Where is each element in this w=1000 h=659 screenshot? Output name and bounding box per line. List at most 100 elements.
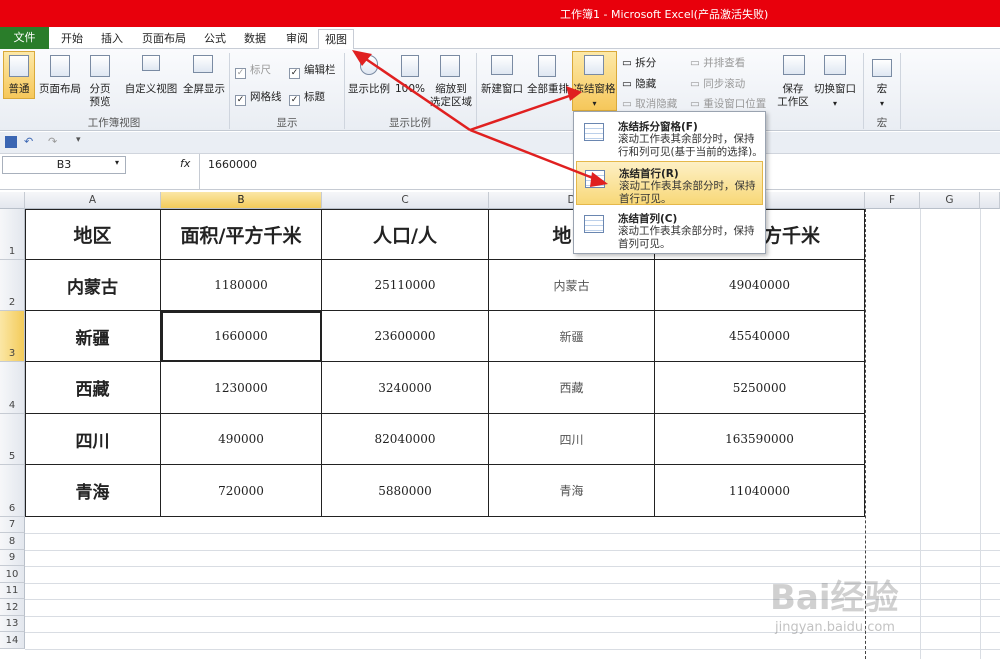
watermark-logo: Bai经验 bbox=[770, 578, 899, 618]
custom-views-button[interactable]: 自定义视图 bbox=[121, 83, 181, 96]
sync-scroll-button[interactable]: ▭ 同步滚动 bbox=[690, 76, 745, 91]
row-header-3[interactable]: 3 bbox=[0, 311, 25, 362]
cell-a5[interactable]: 四川 bbox=[25, 414, 161, 465]
headings-checkbox[interactable]: ✓ 标题 bbox=[289, 89, 325, 106]
switch-windows-button[interactable]: 切换窗口 bbox=[812, 83, 858, 96]
row-header-13[interactable]: 13 bbox=[0, 616, 25, 632]
cell-a6[interactable]: 青海 bbox=[25, 465, 161, 517]
freeze-panes-icon bbox=[584, 123, 604, 141]
cell-e5[interactable]: 163590000 bbox=[655, 414, 865, 465]
customize-qat-icon[interactable]: ▾ bbox=[76, 135, 81, 145]
hide-button[interactable]: ▭ 隐藏 bbox=[622, 76, 656, 91]
cell-e6[interactable]: 11040000 bbox=[655, 465, 865, 517]
tab-file[interactable]: 文件 bbox=[0, 27, 49, 49]
insert-function-icon[interactable]: fx bbox=[180, 157, 190, 170]
col-header-b[interactable]: B bbox=[161, 192, 322, 209]
cell-b3-selected[interactable]: 1660000 bbox=[161, 311, 322, 362]
tab-home[interactable]: 开始 bbox=[55, 29, 89, 49]
formula-bar-checkbox[interactable]: ✓ 编辑栏 bbox=[289, 62, 336, 79]
macros-button[interactable]: 宏 bbox=[866, 83, 898, 96]
cell-a3[interactable]: 新疆 bbox=[25, 311, 161, 362]
name-box-dropdown-icon[interactable]: ▾ bbox=[115, 158, 119, 167]
row-header-6[interactable]: 6 bbox=[0, 465, 25, 517]
page-break-preview-button[interactable]: 分页 预览 bbox=[84, 83, 116, 109]
row-header-11[interactable]: 11 bbox=[0, 583, 25, 599]
row-header-10[interactable]: 10 bbox=[0, 566, 25, 583]
arrange-all-button[interactable]: 全部重排 bbox=[525, 83, 571, 96]
cell-e2[interactable]: 49040000 bbox=[655, 260, 865, 311]
zoom-selection-button[interactable]: 缩放到 选定区域 bbox=[428, 83, 474, 109]
redo-icon[interactable]: ↷ bbox=[48, 135, 57, 148]
unhide-button[interactable]: ▭ 取消隐藏 bbox=[622, 96, 677, 111]
col-header-c[interactable]: C bbox=[322, 192, 489, 209]
undo-icon[interactable]: ↶ bbox=[24, 135, 33, 148]
tab-formulas[interactable]: 公式 bbox=[198, 29, 232, 49]
cell-c1[interactable]: 人口/人 bbox=[322, 209, 489, 260]
zoom-button[interactable]: 显示比例 bbox=[346, 83, 392, 96]
cell-d6[interactable]: 青海 bbox=[489, 465, 655, 517]
cell-c4[interactable]: 3240000 bbox=[322, 362, 489, 414]
split-button[interactable]: ▭ 拆分 bbox=[622, 55, 656, 70]
row-header-12[interactable]: 12 bbox=[0, 599, 25, 616]
cell-b1[interactable]: 面积/平方千米 bbox=[161, 209, 322, 260]
cell-b4[interactable]: 1230000 bbox=[161, 362, 322, 414]
tab-review[interactable]: 审阅 bbox=[280, 29, 314, 49]
cell-c2[interactable]: 25110000 bbox=[322, 260, 489, 311]
menu-item-desc: 滚动工作表其余部分时，保持首行可见。 bbox=[619, 180, 756, 205]
menu-freeze-top-row[interactable]: 冻结首行(R) 滚动工作表其余部分时，保持首行可见。 bbox=[576, 161, 763, 205]
new-window-button[interactable]: 新建窗口 bbox=[479, 83, 525, 96]
cell-c5[interactable]: 82040000 bbox=[322, 414, 489, 465]
cell-c3[interactable]: 23600000 bbox=[322, 311, 489, 362]
tab-insert[interactable]: 插入 bbox=[95, 29, 129, 49]
menu-freeze-first-column[interactable]: 冻结首列(C) 滚动工作表其余部分时，保持首列可见。 bbox=[576, 207, 763, 251]
cell-e4[interactable]: 5250000 bbox=[655, 362, 865, 414]
row-header-5[interactable]: 5 bbox=[0, 414, 25, 465]
cell-c6[interactable]: 5880000 bbox=[322, 465, 489, 517]
group-show: 显示 bbox=[276, 117, 298, 129]
cell-a4[interactable]: 西藏 bbox=[25, 362, 161, 414]
cell-b5[interactable]: 490000 bbox=[161, 414, 322, 465]
select-all-corner[interactable] bbox=[0, 192, 25, 209]
zoom-selection-icon bbox=[440, 55, 460, 77]
save-workspace-button[interactable]: 保存 工作区 bbox=[775, 83, 811, 109]
cell-d3[interactable]: 新疆 bbox=[489, 311, 655, 362]
row-header-1[interactable]: 1 bbox=[0, 209, 25, 260]
ruler-checkbox[interactable]: ✓ 标尺 bbox=[235, 62, 271, 79]
name-box[interactable]: B3 bbox=[2, 156, 126, 174]
row-header-7[interactable]: 7 bbox=[0, 517, 25, 533]
cell-a1[interactable]: 地区 bbox=[25, 209, 161, 260]
reset-position-button[interactable]: ▭ 重设窗口位置 bbox=[690, 96, 766, 111]
reset-position-label: 重设窗口位置 bbox=[703, 98, 767, 110]
cell-d4[interactable]: 西藏 bbox=[489, 362, 655, 414]
col-header-next[interactable] bbox=[980, 192, 1000, 209]
full-screen-button[interactable]: 全屏显示 bbox=[180, 83, 228, 96]
save-icon[interactable] bbox=[5, 136, 17, 148]
cell-b2[interactable]: 1180000 bbox=[161, 260, 322, 311]
headings-label: 标题 bbox=[304, 91, 325, 103]
tab-data[interactable]: 数据 bbox=[238, 29, 272, 49]
page-layout-button[interactable]: 页面布局 bbox=[37, 83, 83, 96]
row-header-9[interactable]: 9 bbox=[0, 550, 25, 566]
cell-b6[interactable]: 720000 bbox=[161, 465, 322, 517]
ruler-label: 标尺 bbox=[250, 64, 271, 76]
cell-a2[interactable]: 内蒙古 bbox=[25, 260, 161, 311]
arrange-all-icon bbox=[538, 55, 556, 77]
row-header-14[interactable]: 14 bbox=[0, 632, 25, 649]
side-by-side-button[interactable]: ▭ 并排查看 bbox=[690, 55, 745, 70]
tab-page-layout[interactable]: 页面布局 bbox=[137, 29, 191, 49]
menu-item-title: 冻结首列(C) bbox=[618, 213, 678, 225]
zoom-100-button[interactable]: 100% bbox=[393, 83, 427, 96]
row-header-2[interactable]: 2 bbox=[0, 260, 25, 311]
row-header-8[interactable]: 8 bbox=[0, 533, 25, 550]
cell-d2[interactable]: 内蒙古 bbox=[489, 260, 655, 311]
row-header-4[interactable]: 4 bbox=[0, 362, 25, 414]
tab-view[interactable]: 视图 bbox=[318, 29, 354, 50]
cell-e3[interactable]: 45540000 bbox=[655, 311, 865, 362]
gridlines-checkbox[interactable]: ✓ 网格线 bbox=[235, 89, 282, 106]
col-header-a[interactable]: A bbox=[25, 192, 161, 209]
cell-d5[interactable]: 四川 bbox=[489, 414, 655, 465]
menu-freeze-panes[interactable]: 冻结拆分窗格(F) 滚动工作表其余部分时，保持行和列可见(基于当前的选择)。 bbox=[576, 115, 763, 159]
col-header-g[interactable]: G bbox=[920, 192, 980, 209]
col-header-f[interactable]: F bbox=[865, 192, 920, 209]
row-number: 8 bbox=[8, 536, 16, 547]
